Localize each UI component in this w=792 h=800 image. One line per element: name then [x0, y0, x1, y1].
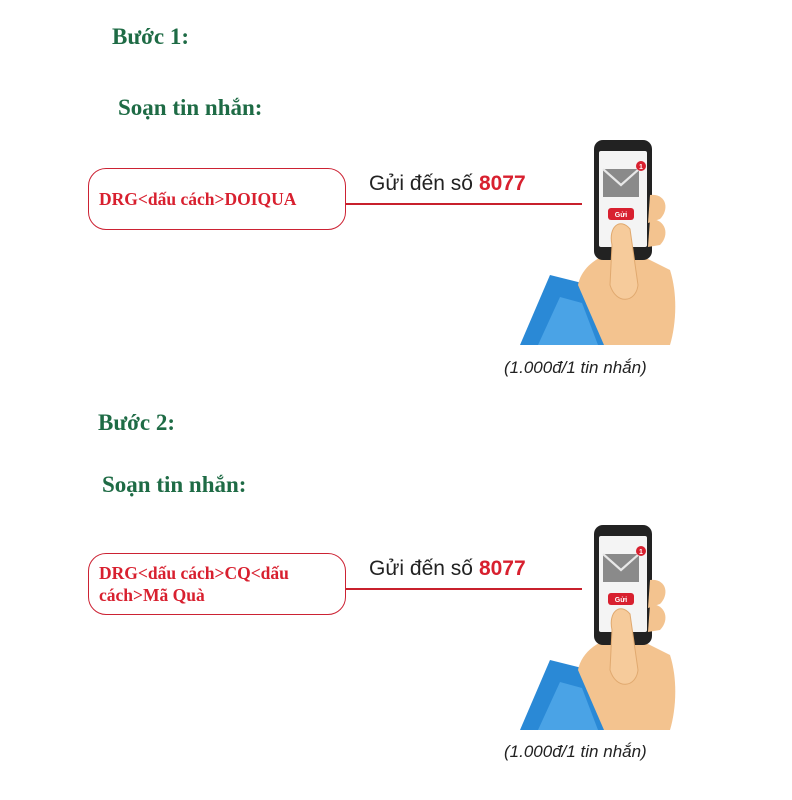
step-2-send-number: 8077	[478, 557, 526, 580]
step-1-send-number: 8077	[478, 172, 526, 195]
step-2-instruction: Soạn tin nhắn:	[102, 472, 247, 497]
step-1-phone-send-label: Gửi	[615, 212, 628, 219]
finger-shape	[648, 219, 666, 247]
step-1-price-note: (1.000đ/1 tin nhắn)	[504, 358, 647, 377]
step-2-title: Bước 2:	[98, 410, 175, 435]
step-1-send-label: Gửi đến số 8077	[369, 172, 526, 196]
step-2-message-box: DRG<dấu cách>CQ<dấu cách>Mã Quà	[88, 553, 346, 615]
finger-shape	[648, 194, 666, 223]
step-1-send-to-text: Gửi đến số	[369, 172, 473, 195]
step-2-message-text: DRG<dấu cách>CQ<dấu cách>Mã Quà	[99, 563, 289, 605]
envelope-icon	[602, 168, 640, 197]
finger-shape	[648, 604, 666, 632]
step-1-title: Bước 1:	[112, 24, 189, 49]
step-2-notification-badge: 1	[639, 549, 643, 556]
step-1-instruction: Soạn tin nhắn:	[118, 95, 263, 120]
step-2-price-note: (1.000đ/1 tin nhắn)	[504, 742, 647, 761]
finger-shape	[648, 579, 666, 608]
step-2-send-to-text: Gửi đến số	[369, 557, 473, 580]
envelope-icon	[602, 553, 640, 582]
hand-holding-phone-icon: 1 Gửi	[520, 140, 676, 345]
hand-holding-phone-icon: 1 Gửi	[520, 525, 676, 730]
step-1-notification-badge: 1	[639, 164, 643, 171]
step-1-message-text: DRG<dấu cách>DOIQUA	[99, 189, 297, 209]
step-1-message-box: DRG<dấu cách>DOIQUA	[88, 168, 346, 230]
step-2-phone-send-label: Gửi	[615, 597, 628, 604]
step-2-send-label: Gửi đến số 8077	[369, 557, 526, 581]
